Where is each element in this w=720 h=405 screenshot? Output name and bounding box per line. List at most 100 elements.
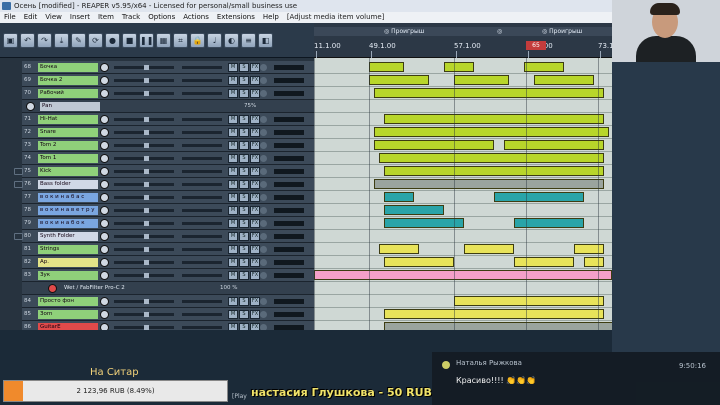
track-volume-fader[interactable]: [114, 299, 174, 304]
track-m-button[interactable]: M: [228, 193, 238, 202]
track-s-button[interactable]: S: [239, 193, 249, 202]
track-m-button[interactable]: M: [228, 180, 238, 189]
track-s-button[interactable]: S: [239, 258, 249, 267]
pan-envelope-icon[interactable]: [26, 102, 35, 111]
record-arm-button[interactable]: [260, 155, 267, 162]
track-name[interactable]: Бочка 2: [38, 76, 98, 85]
menu-item-file[interactable]: File: [0, 12, 20, 23]
record-arm-button[interactable]: [260, 207, 267, 214]
track-volume-fader[interactable]: [114, 65, 174, 70]
track-name[interactable]: Бочка: [38, 63, 98, 72]
track-volume-fader[interactable]: [114, 221, 174, 226]
media-item[interactable]: [444, 62, 474, 72]
track-name[interactable]: Ар.: [38, 258, 98, 267]
track-fx-button[interactable]: FX: [250, 154, 260, 163]
arrange-lane[interactable]: [314, 243, 612, 256]
track-volume-knob[interactable]: [100, 141, 109, 150]
track-s-button[interactable]: S: [239, 141, 249, 150]
track-fx-button[interactable]: FX: [250, 206, 260, 215]
envelope-button[interactable]: ◧: [258, 32, 273, 48]
track-name[interactable]: в о к и н а в е т р у: [38, 206, 98, 215]
arrange-lane[interactable]: [314, 113, 612, 126]
headphones-button[interactable]: ◐: [224, 32, 239, 48]
media-item[interactable]: [454, 296, 604, 306]
track-s-button[interactable]: S: [239, 271, 249, 280]
track-m-button[interactable]: M: [228, 258, 238, 267]
track-s-button[interactable]: S: [239, 154, 249, 163]
track-row[interactable]: 85 Зоrn M S FX: [22, 308, 314, 321]
arrange-lane[interactable]: [314, 126, 612, 139]
arrange-lane[interactable]: [314, 87, 612, 100]
pan-envelope-lane[interactable]: Pan 75%: [22, 100, 314, 113]
track-m-button[interactable]: M: [228, 206, 238, 215]
track-volume-fader[interactable]: [114, 273, 174, 278]
track-row[interactable]: 69 Бочка 2 M S FX: [22, 74, 314, 87]
menu-item-options[interactable]: Options: [144, 12, 179, 23]
track-pan-fader[interactable]: [182, 300, 222, 303]
track-volume-knob[interactable]: [100, 206, 109, 215]
playhead-marker[interactable]: 65: [526, 41, 546, 50]
save-button[interactable]: ▣: [3, 32, 18, 48]
track-fx-button[interactable]: FX: [250, 141, 260, 150]
track-name[interactable]: Synth Folder: [38, 232, 98, 241]
track-row[interactable]: 81 Strings M S FX: [22, 243, 314, 256]
track-fx-button[interactable]: FX: [250, 63, 260, 72]
track-fx-button[interactable]: FX: [250, 128, 260, 137]
track-volume-fader[interactable]: [114, 325, 174, 330]
media-item[interactable]: [369, 75, 429, 85]
track-m-button[interactable]: M: [228, 297, 238, 306]
track-name[interactable]: Kick: [38, 167, 98, 176]
track-name[interactable]: Зук: [38, 271, 98, 280]
record-arm-button[interactable]: [260, 77, 267, 84]
arrange-lane[interactable]: [314, 74, 612, 87]
track-row[interactable]: 83 Зук M S FX: [22, 269, 314, 282]
media-item[interactable]: [374, 179, 604, 189]
record-arm-button[interactable]: [260, 116, 267, 123]
arrange-lane[interactable]: [314, 308, 612, 321]
track-m-button[interactable]: M: [228, 271, 238, 280]
media-item[interactable]: [494, 192, 584, 202]
arrange-lane[interactable]: [314, 191, 612, 204]
track-pan-fader[interactable]: [182, 170, 222, 173]
redo-button[interactable]: ↷: [37, 32, 52, 48]
media-item[interactable]: [384, 192, 414, 202]
arrange-lane[interactable]: [314, 204, 612, 217]
track-name[interactable]: в о к и н а б а с: [38, 193, 98, 202]
track-volume-knob[interactable]: [100, 76, 109, 85]
track-volume-fader[interactable]: [114, 182, 174, 187]
track-row[interactable]: 77 в о к и н а б а с M S FX: [22, 191, 314, 204]
track-s-button[interactable]: S: [239, 89, 249, 98]
track-volume-knob[interactable]: [100, 180, 109, 189]
track-m-button[interactable]: M: [228, 310, 238, 319]
track-fx-button[interactable]: FX: [250, 258, 260, 267]
track-pan-fader[interactable]: [182, 183, 222, 186]
track-fx-button[interactable]: FX: [250, 76, 260, 85]
track-m-button[interactable]: M: [228, 219, 238, 228]
menu-item-actions[interactable]: Actions: [179, 12, 213, 23]
track-row[interactable]: 68 Бочка M S FX: [22, 61, 314, 74]
track-m-button[interactable]: M: [228, 115, 238, 124]
track-name[interactable]: Tom 2: [38, 141, 98, 150]
metronome-button[interactable]: ♩: [207, 32, 222, 48]
arrange-lane[interactable]: [314, 178, 612, 191]
record-arm-button[interactable]: [260, 64, 267, 71]
arrange-lane[interactable]: [314, 256, 612, 269]
record-arm-button[interactable]: [260, 129, 267, 136]
record-arm-button[interactable]: [260, 90, 267, 97]
track-volume-knob[interactable]: [100, 154, 109, 163]
track-volume-knob[interactable]: [100, 245, 109, 254]
track-fx-button[interactable]: FX: [250, 193, 260, 202]
track-volume-fader[interactable]: [114, 143, 174, 148]
lock-button[interactable]: 🔒: [190, 32, 205, 48]
track-row[interactable]: 75 Kick M S FX: [22, 165, 314, 178]
menu-item-edit[interactable]: Edit: [20, 12, 42, 23]
track-pan-fader[interactable]: [182, 92, 222, 95]
pause-button[interactable]: ❚❚: [139, 32, 154, 48]
folder-icon[interactable]: [14, 233, 23, 240]
track-volume-fader[interactable]: [114, 169, 174, 174]
arrange-lane[interactable]: [314, 230, 612, 243]
wrench-button[interactable]: ✎: [71, 32, 86, 48]
track-fx-button[interactable]: FX: [250, 89, 260, 98]
track-fx-button[interactable]: FX: [250, 115, 260, 124]
track-s-button[interactable]: S: [239, 180, 249, 189]
